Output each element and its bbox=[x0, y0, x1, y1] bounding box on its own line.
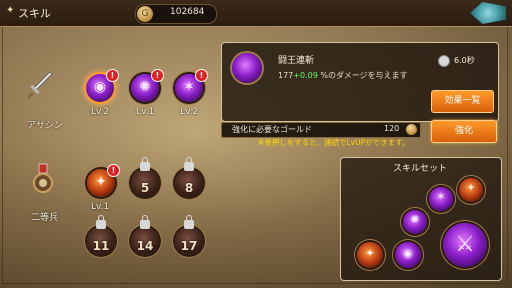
gold-amount: 102684 bbox=[170, 7, 205, 17]
locked-skill[interactable]: 11 bbox=[87, 215, 115, 255]
locked-skill[interactable]: 17 bbox=[175, 215, 203, 255]
new-badge: ! bbox=[195, 69, 208, 82]
required-gold-value: 120 bbox=[384, 124, 400, 133]
skill-level: Lv.1 bbox=[136, 107, 155, 117]
skill-level: Lv.2 bbox=[91, 107, 110, 117]
title-ornament-icon: ✦ bbox=[6, 5, 15, 16]
page-title: スキル bbox=[18, 7, 51, 20]
damage-base: 177 bbox=[278, 71, 294, 80]
cooldown-clock-icon bbox=[438, 55, 450, 67]
slot-glyph-icon: ✦ bbox=[364, 246, 376, 260]
unlock-level: 8 bbox=[184, 181, 194, 195]
locked-skill[interactable]: 5 bbox=[131, 157, 159, 197]
slot-glyph-icon: ✶ bbox=[436, 190, 446, 203]
skill-set-slot[interactable]: ✦ bbox=[357, 242, 383, 268]
selected-skill-icon bbox=[232, 53, 262, 83]
effects-list-button[interactable]: 効果一覧 bbox=[431, 90, 494, 113]
skill-assassin-2[interactable]: ✺ ! bbox=[131, 69, 164, 102]
rank-medal-icon bbox=[33, 163, 53, 193]
locked-skill[interactable]: 8 bbox=[175, 157, 203, 197]
gold-display: G 102684 bbox=[135, 4, 217, 24]
new-badge: ! bbox=[151, 69, 164, 82]
unlock-level: 14 bbox=[136, 239, 154, 253]
skill-set-slot[interactable]: ✺ bbox=[403, 210, 427, 234]
lock-icon bbox=[184, 215, 194, 229]
skill-name: 闘王連斬 bbox=[278, 56, 315, 66]
damage-bonus: +0.09 bbox=[293, 71, 318, 80]
lock-icon bbox=[184, 157, 194, 171]
lock-icon bbox=[96, 215, 106, 229]
skill-assassin-1[interactable]: ◉ ! bbox=[86, 69, 119, 102]
enhance-button[interactable]: 強化 bbox=[431, 120, 497, 143]
skill-description: 177+0.09 %のダメージを与えます bbox=[278, 70, 408, 81]
required-gold-bar: 強化に必要なゴールド 120 bbox=[221, 122, 421, 138]
back-button[interactable] bbox=[470, 2, 506, 24]
skill-private-1[interactable]: ✦ ! bbox=[87, 164, 120, 197]
class-label-private: 二等兵 bbox=[31, 213, 59, 223]
new-badge: ! bbox=[107, 164, 120, 177]
lock-icon bbox=[140, 215, 150, 229]
skill-set-panel: スキルセット ✦ ✶ ✺ ✦ ◉ ⚔ bbox=[340, 157, 502, 281]
header-bar: ✦ スキル G 102684 bbox=[0, 0, 512, 27]
cooldown-time: 6.0秒 bbox=[454, 56, 475, 65]
gold-coin-icon bbox=[406, 124, 417, 135]
skill-set-slot[interactable]: ◉ bbox=[395, 242, 421, 268]
long-press-hint: ※長押しをすると、連続でLvUPができます。 bbox=[258, 138, 410, 147]
main-skill-slot[interactable]: ⚔ bbox=[443, 223, 487, 267]
slot-glyph-icon: ⚔ bbox=[455, 232, 475, 257]
class-label-assassin: アサシン bbox=[27, 121, 64, 131]
locked-skill[interactable]: 14 bbox=[131, 215, 159, 255]
unlock-level: 11 bbox=[92, 239, 110, 253]
unlock-level: 17 bbox=[180, 239, 198, 253]
new-badge: ! bbox=[106, 69, 119, 82]
skill-set-slot[interactable]: ✦ bbox=[459, 178, 483, 202]
skill-set-slot[interactable]: ✶ bbox=[429, 187, 453, 211]
dagger-icon bbox=[26, 71, 53, 100]
skill-detail-panel: 闘王連斬 177+0.09 %のダメージを与えます 6.0秒 効果一覧 bbox=[221, 42, 499, 122]
damage-text: %のダメージを与えます bbox=[320, 71, 408, 80]
slot-glyph-icon: ◉ bbox=[402, 246, 414, 260]
lock-icon bbox=[140, 157, 150, 171]
skill-set-title: スキルセット bbox=[393, 164, 448, 174]
slot-glyph-icon: ✦ bbox=[466, 181, 476, 194]
required-gold-label: 強化に必要なゴールド bbox=[232, 125, 312, 134]
unlock-level: 5 bbox=[140, 181, 150, 195]
gold-coin-icon: G bbox=[137, 6, 153, 22]
slot-glyph-icon: ✺ bbox=[410, 213, 420, 226]
skill-level: Lv.1 bbox=[91, 202, 110, 212]
skill-assassin-3[interactable]: ✶ ! bbox=[175, 69, 208, 102]
skill-level: Lv.2 bbox=[180, 107, 199, 117]
